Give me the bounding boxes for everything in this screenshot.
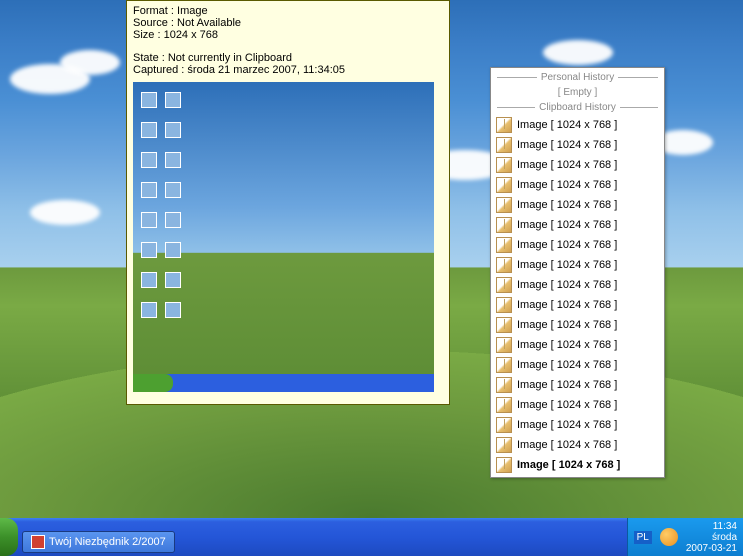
image-icon <box>496 137 512 153</box>
clipboard-history-menu[interactable]: Personal History [ Empty ] Clipboard His… <box>490 67 665 478</box>
taskbar-app-button[interactable]: Twój Niezbędnik 2/2007 <box>22 531 175 553</box>
history-item-label: Image [ 1024 x 768 ] <box>517 199 617 211</box>
history-item[interactable]: Image [ 1024 x 768 ] <box>493 455 662 475</box>
history-item-label: Image [ 1024 x 768 ] <box>517 339 617 351</box>
history-item-label: Image [ 1024 x 768 ] <box>517 279 617 291</box>
clipboard-thumbnail <box>133 82 434 392</box>
language-indicator[interactable]: PL <box>634 531 652 544</box>
history-item[interactable]: Image [ 1024 x 768 ] <box>493 275 662 295</box>
clock[interactable]: 11:34 środa 2007-03-21 <box>686 521 737 554</box>
app-name: Twój Niezbędnik 2/2007 <box>49 536 166 548</box>
clock-date: 2007-03-21 <box>686 543 737 554</box>
source-line: Source : Not Available <box>133 17 443 29</box>
image-icon <box>496 297 512 313</box>
image-icon <box>496 157 512 173</box>
size-line: Size : 1024 x 768 <box>133 29 443 41</box>
history-item-label: Image [ 1024 x 768 ] <box>517 299 617 311</box>
image-icon <box>496 197 512 213</box>
history-item[interactable]: Image [ 1024 x 768 ] <box>493 135 662 155</box>
image-icon <box>496 357 512 373</box>
history-item[interactable]: Image [ 1024 x 768 ] <box>493 215 662 235</box>
history-item[interactable]: Image [ 1024 x 768 ] <box>493 415 662 435</box>
cloud-decoration <box>60 50 120 75</box>
history-item[interactable]: Image [ 1024 x 768 ] <box>493 355 662 375</box>
image-icon <box>496 377 512 393</box>
image-icon <box>496 457 512 473</box>
history-item-label: Image [ 1024 x 768 ] <box>517 239 617 251</box>
history-item[interactable]: Image [ 1024 x 768 ] <box>493 155 662 175</box>
history-item[interactable]: Image [ 1024 x 768 ] <box>493 315 662 335</box>
system-tray[interactable]: PL 11:34 środa 2007-03-21 <box>627 518 743 556</box>
cloud-decoration <box>30 200 100 225</box>
image-icon <box>496 117 512 133</box>
start-button[interactable] <box>0 518 18 556</box>
history-item-label: Image [ 1024 x 768 ] <box>517 179 617 191</box>
history-item[interactable]: Image [ 1024 x 768 ] <box>493 255 662 275</box>
image-icon <box>496 237 512 253</box>
history-item-label: Image [ 1024 x 768 ] <box>517 459 620 471</box>
history-item[interactable]: Image [ 1024 x 768 ] <box>493 175 662 195</box>
history-item-label: Image [ 1024 x 768 ] <box>517 439 617 451</box>
history-item[interactable]: Image [ 1024 x 768 ] <box>493 235 662 255</box>
tray-icon[interactable] <box>660 528 678 546</box>
image-icon <box>496 217 512 233</box>
history-item-label: Image [ 1024 x 768 ] <box>517 379 617 391</box>
history-item[interactable]: Image [ 1024 x 768 ] <box>493 375 662 395</box>
history-item[interactable]: Image [ 1024 x 768 ] <box>493 195 662 215</box>
image-icon <box>496 317 512 333</box>
history-item[interactable]: Image [ 1024 x 768 ] <box>493 435 662 455</box>
image-icon <box>496 437 512 453</box>
history-item-label: Image [ 1024 x 768 ] <box>517 159 617 171</box>
history-item-label: Image [ 1024 x 768 ] <box>517 399 617 411</box>
app-icon <box>31 535 45 549</box>
history-item[interactable]: Image [ 1024 x 768 ] <box>493 395 662 415</box>
history-item[interactable]: Image [ 1024 x 768 ] <box>493 115 662 135</box>
state-line: State : Not currently in Clipboard <box>133 52 443 64</box>
cloud-decoration <box>543 40 613 65</box>
personal-history-empty: [ Empty ] <box>493 85 662 100</box>
clipboard-info-tooltip: Format : Image Source : Not Available Si… <box>126 0 450 405</box>
personal-history-header: Personal History <box>493 72 662 83</box>
clipboard-history-header: Clipboard History <box>493 102 662 113</box>
history-item-label: Image [ 1024 x 768 ] <box>517 119 617 131</box>
image-icon <box>496 337 512 353</box>
history-item-label: Image [ 1024 x 768 ] <box>517 259 617 271</box>
history-item[interactable]: Image [ 1024 x 768 ] <box>493 295 662 315</box>
history-item-label: Image [ 1024 x 768 ] <box>517 319 617 331</box>
clock-day: środa <box>686 532 737 543</box>
captured-line: Captured : środa 21 marzec 2007, 11:34:0… <box>133 64 443 76</box>
image-icon <box>496 397 512 413</box>
history-item[interactable]: Image [ 1024 x 768 ] <box>493 335 662 355</box>
image-icon <box>496 177 512 193</box>
image-icon <box>496 277 512 293</box>
image-icon <box>496 257 512 273</box>
history-item-label: Image [ 1024 x 768 ] <box>517 419 617 431</box>
history-item-label: Image [ 1024 x 768 ] <box>517 139 617 151</box>
taskbar[interactable]: Twój Niezbędnik 2/2007 PL 11:34 środa 20… <box>0 518 743 556</box>
history-item-label: Image [ 1024 x 768 ] <box>517 219 617 231</box>
clock-time: 11:34 <box>686 521 737 532</box>
history-item-label: Image [ 1024 x 768 ] <box>517 359 617 371</box>
image-icon <box>496 417 512 433</box>
format-line: Format : Image <box>133 5 443 17</box>
